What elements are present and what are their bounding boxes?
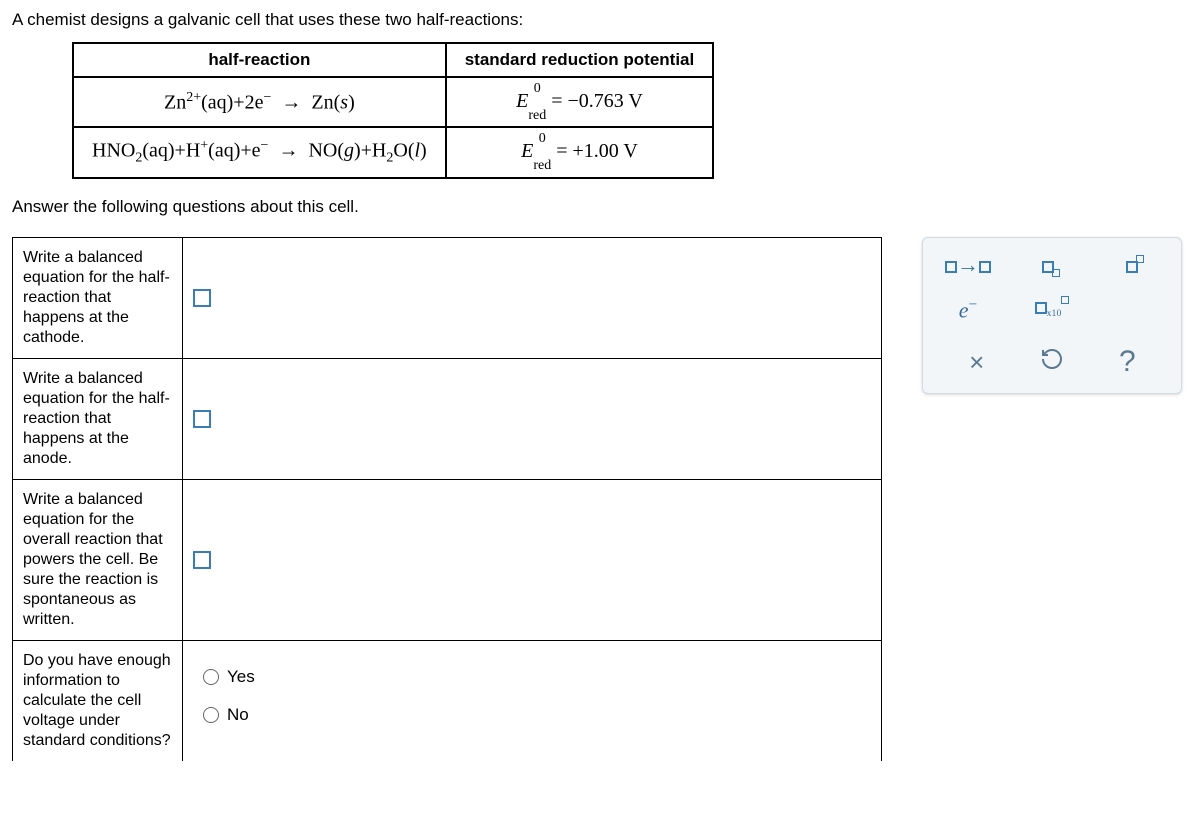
q1-input-cell[interactable] [183, 237, 882, 358]
reaction-1: Zn2+(aq)+2e− → Zn(s) [73, 77, 446, 127]
yields-arrow-button[interactable]: → [939, 252, 997, 278]
reaction-2: HNO2(aq)+H+(aq)+e− → NO(g)+H2O(l) [73, 127, 446, 177]
header-potential: standard reduction potential [446, 43, 714, 77]
equation-tool-panel: → e− x10 . × ? [922, 237, 1182, 394]
q4-input-cell: Yes No [183, 640, 882, 761]
q4-label: Do you have enough information to calcul… [13, 640, 183, 761]
equation-placeholder-icon[interactable] [193, 551, 211, 569]
intro-text: A chemist designs a galvanic cell that u… [12, 10, 1188, 30]
radio-icon[interactable] [203, 707, 219, 723]
electron-button[interactable]: e− [939, 296, 997, 323]
header-half-reaction: half-reaction [73, 43, 446, 77]
q2-label: Write a balanced equation for the half-r… [13, 358, 183, 479]
q3-input-cell[interactable] [183, 479, 882, 640]
radio-icon[interactable] [203, 669, 219, 685]
followup-text: Answer the following questions about thi… [12, 197, 1188, 217]
reset-button[interactable] [1032, 347, 1072, 378]
clear-button[interactable]: × [957, 347, 997, 378]
answer-table: Write a balanced equation for the half-r… [12, 237, 882, 761]
q1-label: Write a balanced equation for the half-r… [13, 237, 183, 358]
half-reactions-table: half-reaction standard reduction potenti… [72, 42, 714, 179]
subscript-button[interactable] [1023, 252, 1081, 278]
radio-no-label: No [227, 705, 249, 725]
equation-placeholder-icon[interactable] [193, 410, 211, 428]
equation-placeholder-icon[interactable] [193, 289, 211, 307]
q3-label: Write a balanced equation for the overal… [13, 479, 183, 640]
radio-no[interactable]: No [203, 705, 871, 725]
radio-yes-label: Yes [227, 667, 255, 687]
help-button[interactable]: ? [1107, 345, 1147, 379]
potential-2: E0red = +1.00 V [446, 127, 714, 177]
q2-input-cell[interactable] [183, 358, 882, 479]
superscript-button[interactable] [1107, 252, 1165, 278]
potential-1: E0red = −0.763 V [446, 77, 714, 127]
radio-yes[interactable]: Yes [203, 667, 871, 687]
sci-notation-button[interactable]: x10 [1023, 301, 1081, 319]
